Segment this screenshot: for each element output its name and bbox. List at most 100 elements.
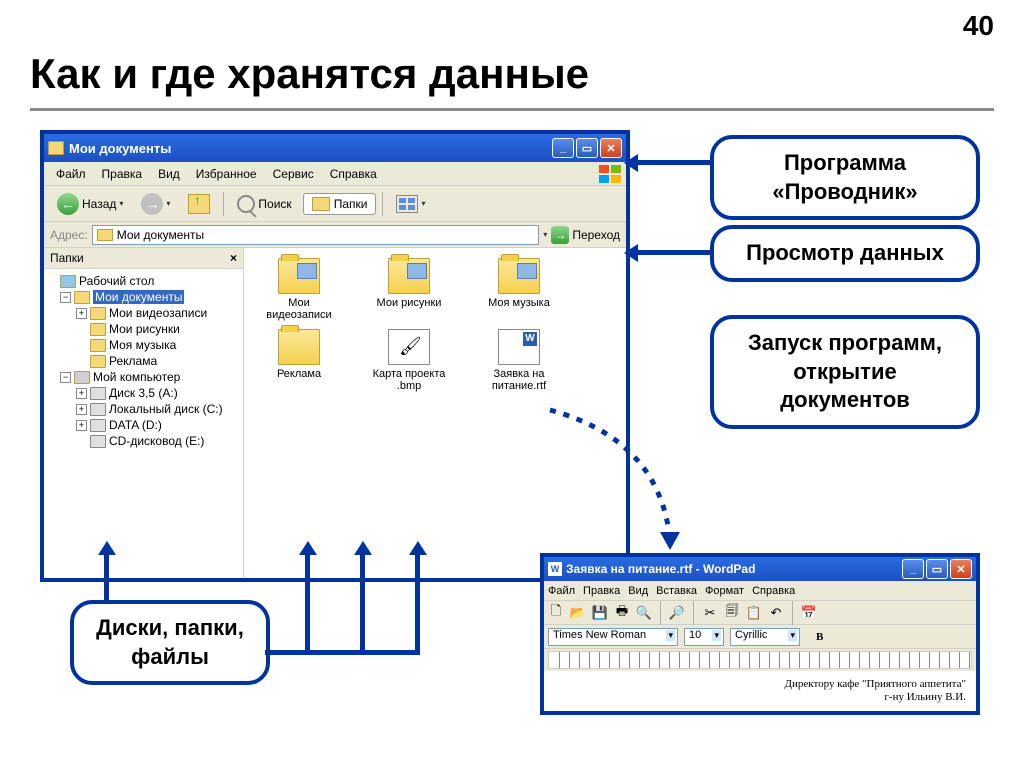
collapse-icon[interactable]: − [60,372,71,383]
arrow-connector [636,250,710,255]
file-item-videos[interactable]: Мои видеозаписи [254,258,344,321]
folder-icon [90,339,106,352]
sidebar-header: Папки × [44,248,243,269]
tree-mycomputer[interactable]: −Мой компьютер [46,369,241,385]
folder-pictures-icon [388,258,430,294]
dotted-arrow-connector [540,400,700,550]
bmp-file-icon [388,329,430,365]
cut-icon[interactable]: ✂ [702,605,718,621]
go-button[interactable]: → Переход [551,226,620,244]
close-button[interactable]: ✕ [950,559,972,579]
explorer-body: Папки × Рабочий стол −Мои документы +Мои… [44,248,626,578]
file-item-rtf[interactable]: Заявка на питание.rtf [474,329,564,392]
arrow-connector [305,553,310,655]
search-button[interactable]: Поиск [230,191,298,217]
views-button[interactable]: ▾ [389,191,432,217]
file-item-pictures[interactable]: Мои рисунки [364,258,454,321]
menu-format[interactable]: Формат [705,585,744,597]
save-icon[interactable]: 💾 [592,605,608,621]
print-icon[interactable]: 🖶 [614,605,630,621]
doc-line: г-ну Ильину В.И. [554,691,966,703]
expand-icon[interactable]: + [76,308,87,319]
forward-button[interactable]: → ▾ [134,189,177,219]
menu-file[interactable]: Файл [48,165,94,183]
preview-icon[interactable]: 🔍 [636,605,652,621]
tree-ads[interactable]: Реклама [46,353,241,369]
folder-icon [90,323,106,336]
tree-floppy[interactable]: +Диск 3,5 (A:) [46,385,241,401]
font-select[interactable]: Times New Roman [548,628,678,646]
menu-file[interactable]: Файл [548,585,575,597]
tree-desktop[interactable]: Рабочий стол [46,273,241,289]
ruler[interactable] [548,651,972,669]
sidebar-close-button[interactable]: × [230,251,237,265]
new-icon[interactable]: 🗋 [548,605,564,621]
maximize-button[interactable]: ▭ [576,138,598,158]
menu-view[interactable]: Вид [150,165,188,183]
close-button[interactable]: ✕ [600,138,622,158]
dropdown-caret-icon[interactable]: ▾ [543,230,547,239]
font-size-select[interactable]: 10 [684,628,724,646]
tree-videos[interactable]: +Мои видеозаписи [46,305,241,321]
maximize-button[interactable]: ▭ [926,559,948,579]
back-arrow-icon: ← [57,193,79,215]
menu-view[interactable]: Вид [628,585,648,597]
tree-pictures[interactable]: Мои рисунки [46,321,241,337]
open-icon[interactable]: 📂 [570,605,586,621]
expand-icon[interactable]: + [76,404,87,415]
explorer-toolbar: ← Назад ▾ → ▾ Поиск Папки ▾ [44,186,626,222]
computer-icon [74,371,90,384]
menu-edit[interactable]: Правка [94,165,151,183]
up-button[interactable] [181,190,217,218]
back-button[interactable]: ← Назад ▾ [50,189,130,219]
callout-launch: Запуск программ, открытие документов [710,315,980,429]
expand-icon[interactable]: + [76,388,87,399]
minimize-button[interactable]: _ [902,559,924,579]
toolbar-separator [792,601,793,625]
datetime-icon[interactable]: 📅 [801,605,817,621]
folder-icon [97,229,113,241]
menu-edit[interactable]: Правка [583,585,620,597]
paste-icon[interactable]: 📋 [746,605,762,621]
window-title: Мои документы [69,141,552,156]
minimize-button[interactable]: _ [552,138,574,158]
address-bar: Адрес: Мои документы ▾ → Переход [44,222,626,248]
tree-music[interactable]: Моя музыка [46,337,241,353]
folder-music-icon [498,258,540,294]
tree-mydocs[interactable]: −Мои документы [46,289,241,305]
menu-insert[interactable]: Вставка [656,585,697,597]
undo-icon[interactable]: ↶ [768,605,784,621]
bold-button[interactable]: B [816,631,823,643]
arrow-connector [104,553,109,601]
menu-help[interactable]: Справка [752,585,795,597]
folder-up-icon [188,194,210,214]
tree-localdisk[interactable]: +Локальный диск (C:) [46,401,241,417]
wordpad-titlebar[interactable]: W Заявка на питание.rtf - WordPad _ ▭ ✕ [544,557,976,581]
document-area[interactable]: Директору кафе "Приятного аппетита" г-ну… [544,671,976,711]
folder-icon [90,307,106,320]
folder-icon [90,355,106,368]
folders-button[interactable]: Папки [303,193,377,215]
collapse-icon[interactable]: − [60,292,71,303]
windows-logo-icon [598,164,622,184]
slide-number: 40 [963,10,994,42]
copy-icon[interactable]: 🗐 [724,605,740,621]
file-item-music[interactable]: Моя музыка [474,258,564,321]
file-item-bmp[interactable]: Карта проекта .bmp [364,329,454,392]
explorer-titlebar[interactable]: Мои документы _ ▭ ✕ [44,134,626,162]
menu-help[interactable]: Справка [322,165,385,183]
address-input[interactable]: Мои документы [92,225,540,245]
file-item-ads[interactable]: Реклама [254,329,344,392]
callout-view-data: Просмотр данных [710,225,980,282]
search-label: Поиск [258,197,291,211]
menu-tools[interactable]: Сервис [265,165,322,183]
doc-line: Директору кафе "Приятного аппетита" [554,678,966,690]
toolbar-separator [660,601,661,625]
folder-icon [48,141,64,155]
find-icon[interactable]: 🔎 [669,605,685,621]
tree-cd[interactable]: CD-дисковод (E:) [46,433,241,449]
script-select[interactable]: Cyrillic [730,628,800,646]
expand-icon[interactable]: + [76,420,87,431]
tree-data[interactable]: +DATA (D:) [46,417,241,433]
menu-favorites[interactable]: Избранное [188,165,265,183]
